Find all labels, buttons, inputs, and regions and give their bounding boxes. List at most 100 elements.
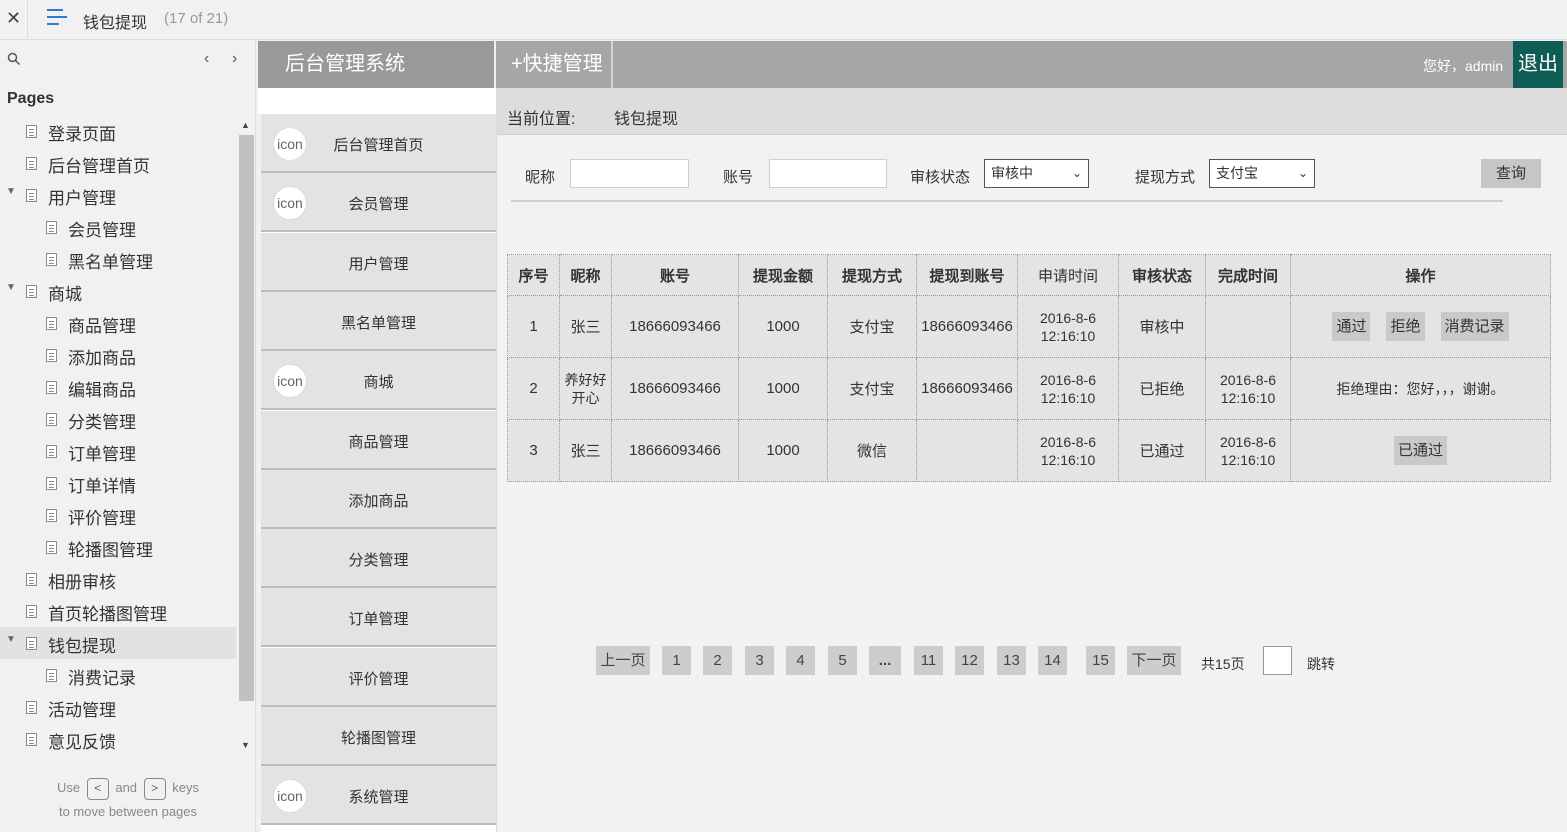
page-tree-item[interactable]: 会员管理	[0, 211, 236, 243]
next-page-icon[interactable]: ›	[232, 50, 237, 68]
menu-item[interactable]: 用户管理	[261, 232, 496, 292]
page-tree-scrollbar[interactable]: ▲ ▼	[238, 120, 254, 750]
page-tree-item[interactable]: 添加商品	[0, 339, 236, 371]
menu-item[interactable]: 订单管理	[261, 588, 496, 648]
next-page-button[interactable]: 下一页	[1127, 646, 1181, 675]
menu-item[interactable]: 轮播图管理	[261, 707, 496, 766]
page-tree-item[interactable]: 后台管理首页	[0, 147, 236, 179]
menu-item-label: 后台管理首页	[333, 137, 424, 154]
page-icon	[46, 445, 57, 458]
page-button[interactable]: 1	[662, 646, 691, 675]
page-tree-label: 商品管理	[68, 317, 136, 336]
page-button[interactable]: 11	[914, 646, 943, 675]
page-tree-label: 评价管理	[68, 509, 136, 528]
column-header: 提现金额	[738, 254, 828, 296]
quick-manage-button[interactable]: +快捷管理	[496, 41, 613, 88]
column-header: 操作	[1290, 254, 1551, 296]
menu-item[interactable]: icon 系统管理	[261, 766, 496, 826]
page-tree-item[interactable]: 消费记录	[0, 659, 236, 691]
menu-item[interactable]: 分类管理	[261, 529, 496, 589]
app-logo: 后台管理系统	[258, 41, 494, 88]
chevron-down-icon: ⌄	[1297, 166, 1308, 180]
page-button[interactable]: 2	[703, 646, 732, 675]
page-tree-item[interactable]: 登录页面	[0, 115, 236, 147]
previous-page-icon[interactable]: ‹	[204, 50, 209, 68]
page-tree-item[interactable]: 首页轮播图管理	[0, 595, 236, 627]
status-select-value: 审核中	[991, 165, 1033, 181]
page-tree-item[interactable]: 分类管理	[0, 403, 236, 435]
page-tree-label: 意见反馈	[48, 733, 116, 752]
expand-arrow-icon[interactable]: ▼	[6, 186, 16, 197]
cell-nickname: 养好好开心	[559, 357, 612, 420]
page-tree-item[interactable]: ▼ 用户管理	[0, 179, 236, 211]
page-tree-item[interactable]: ▼ 钱包提现	[0, 627, 236, 659]
cell-to-account: 18666093466	[916, 295, 1018, 358]
page-jump-input[interactable]	[1263, 646, 1292, 675]
page-tree-item[interactable]: 相册审核	[0, 563, 236, 595]
page-button[interactable]: 12	[955, 646, 984, 675]
expand-arrow-icon[interactable]: ▼	[6, 634, 16, 645]
page-icon	[26, 733, 37, 746]
page-button[interactable]: 13	[997, 646, 1026, 675]
page-tree-item[interactable]: 商品管理	[0, 307, 236, 339]
menu-item[interactable]: 评价管理	[261, 647, 496, 707]
cell-to-account	[916, 419, 1018, 482]
page-tree-label: 用户管理	[48, 189, 116, 208]
menu-item[interactable]: 添加商品	[261, 469, 496, 529]
expand-arrow-icon[interactable]: ▼	[6, 282, 16, 293]
method-select[interactable]: 支付宝 ⌄	[1209, 159, 1315, 188]
status-select[interactable]: 审核中 ⌄	[984, 159, 1089, 188]
cell-actions: 通过 拒绝 消费记录	[1290, 295, 1551, 358]
page-tree-item[interactable]: 活动管理	[0, 691, 236, 723]
page-icon	[26, 605, 37, 618]
page-button[interactable]: 14	[1038, 646, 1067, 675]
page-button[interactable]: 3	[745, 646, 774, 675]
app-sidebar-menu: icon 后台管理首页 icon 会员管理 用户管理黑名单管理 icon 商城 商品管理 添加商…	[258, 88, 496, 832]
approve-button[interactable]: 通过	[1332, 312, 1371, 341]
page-tree-item[interactable]: 轮播图管理	[0, 531, 236, 563]
query-button[interactable]: 查询	[1481, 159, 1541, 188]
page-tree-item[interactable]: 意见反馈	[0, 723, 236, 755]
search-icon[interactable]	[7, 52, 21, 66]
page-button[interactable]: 4	[786, 646, 815, 675]
page-tree-item[interactable]: 评价管理	[0, 499, 236, 531]
page-tree-item[interactable]: ▼ 商城	[0, 275, 236, 307]
page-tree-item[interactable]: 订单管理	[0, 435, 236, 467]
approved-button[interactable]: 已通过	[1393, 436, 1447, 465]
page-button[interactable]: 15	[1086, 646, 1115, 675]
menu-item-label: 黑名单管理	[340, 314, 416, 332]
cell-actions: 已通过	[1290, 419, 1551, 482]
nickname-input[interactable]	[570, 159, 689, 188]
menu-item[interactable]: icon 后台管理首页	[261, 114, 496, 173]
page-tree-label: 活动管理	[48, 701, 116, 720]
menu-item[interactable]: icon 商城	[261, 351, 496, 411]
filter-divider	[511, 200, 1503, 202]
scrollbar-thumb[interactable]	[239, 135, 254, 701]
close-icon[interactable]: ✕	[0, 0, 28, 38]
records-button[interactable]: 消费记录	[1440, 312, 1509, 341]
page-tree-label: 登录页面	[48, 125, 116, 144]
jump-button[interactable]: 跳转	[1307, 654, 1335, 674]
page-tree-label: 消费记录	[68, 669, 136, 688]
menu-item[interactable]: 商品管理	[261, 410, 496, 470]
page-icon	[46, 541, 57, 554]
menu-item[interactable]: 黑名单管理	[261, 291, 496, 351]
logout-button[interactable]: 退出	[1513, 41, 1563, 88]
page-tree-item[interactable]: 编辑商品	[0, 371, 236, 403]
page-tree-item[interactable]: 黑名单管理	[0, 243, 236, 275]
page-tree-label: 订单管理	[68, 445, 136, 464]
menu-item[interactable]: icon 会员管理	[261, 173, 496, 233]
page-icon	[26, 157, 37, 170]
account-input[interactable]	[769, 159, 887, 188]
cell-method: 支付宝	[827, 295, 917, 358]
cell-apply-time: 2016-8-6 12:16:10	[1017, 357, 1119, 420]
page-button[interactable]: 5	[828, 646, 857, 675]
scroll-down-icon[interactable]: ▼	[241, 740, 250, 750]
page-tree-item[interactable]: 订单详情	[0, 467, 236, 499]
scroll-up-icon[interactable]: ▲	[241, 120, 250, 130]
page-icon	[46, 669, 57, 682]
reject-button[interactable]: 拒绝	[1386, 312, 1425, 341]
done-date: 2016-8-6	[1219, 371, 1277, 388]
prev-page-button[interactable]: 上一页	[596, 646, 650, 675]
menu-icon[interactable]	[47, 9, 67, 27]
